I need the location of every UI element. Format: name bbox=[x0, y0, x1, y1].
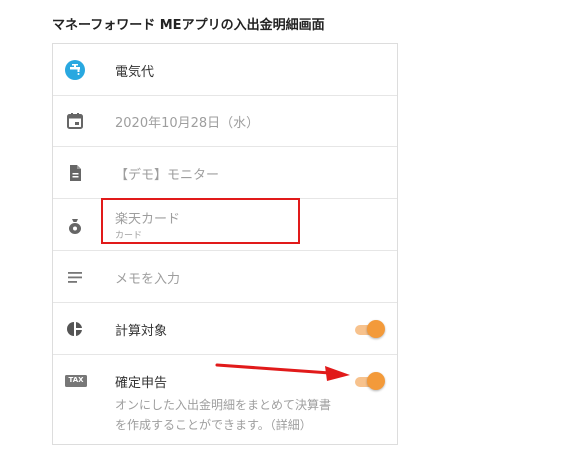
toggle-knob bbox=[367, 372, 385, 390]
memo-row[interactable]: メモを入力 bbox=[53, 251, 397, 303]
page-caption: マネーフォワード MEアプリの入出金明細画面 bbox=[52, 18, 325, 33]
money-bag-icon bbox=[65, 216, 85, 236]
calculation-target-toggle[interactable] bbox=[353, 319, 385, 339]
content-label: 【デモ】モニター bbox=[115, 168, 220, 183]
faucet-icon bbox=[65, 60, 85, 80]
document-icon bbox=[65, 163, 85, 183]
transaction-detail-card: 電気代 2020年10月28日（水） 【デモ】モニター 楽天カード カード メモ… bbox=[52, 43, 398, 445]
tax-icon: TAX bbox=[65, 371, 87, 391]
tax-filing-label: 確定申告 bbox=[115, 376, 168, 391]
pie-chart-icon bbox=[65, 319, 85, 339]
category-row[interactable]: 電気代 bbox=[53, 44, 397, 96]
red-arrow-annotation bbox=[215, 363, 350, 381]
date-row[interactable]: 2020年10月28日（水） bbox=[53, 96, 397, 147]
tax-filing-description-line1: オンにした入出金明細をまとめて決算書 bbox=[115, 398, 332, 412]
tax-filing-toggle[interactable] bbox=[353, 371, 385, 391]
category-label: 電気代 bbox=[115, 65, 155, 80]
tax-filing-description-line2[interactable]: を作成することができます。（詳細） bbox=[115, 415, 365, 435]
notes-icon bbox=[65, 267, 85, 287]
content-row[interactable]: 【デモ】モニター bbox=[53, 147, 397, 199]
calendar-icon bbox=[65, 111, 85, 131]
tax-icon-text: TAX bbox=[68, 376, 84, 384]
memo-input[interactable]: メモを入力 bbox=[115, 268, 180, 287]
date-label: 2020年10月28日（水） bbox=[115, 116, 260, 131]
tax-filing-description: オンにした入出金明細をまとめて決算書 を作成することができます。（詳細） bbox=[115, 395, 365, 435]
calculation-target-label: 計算対象 bbox=[115, 324, 168, 339]
highlight-box bbox=[101, 198, 300, 244]
calculation-target-row: 計算対象 bbox=[53, 303, 397, 355]
toggle-knob bbox=[367, 320, 385, 338]
